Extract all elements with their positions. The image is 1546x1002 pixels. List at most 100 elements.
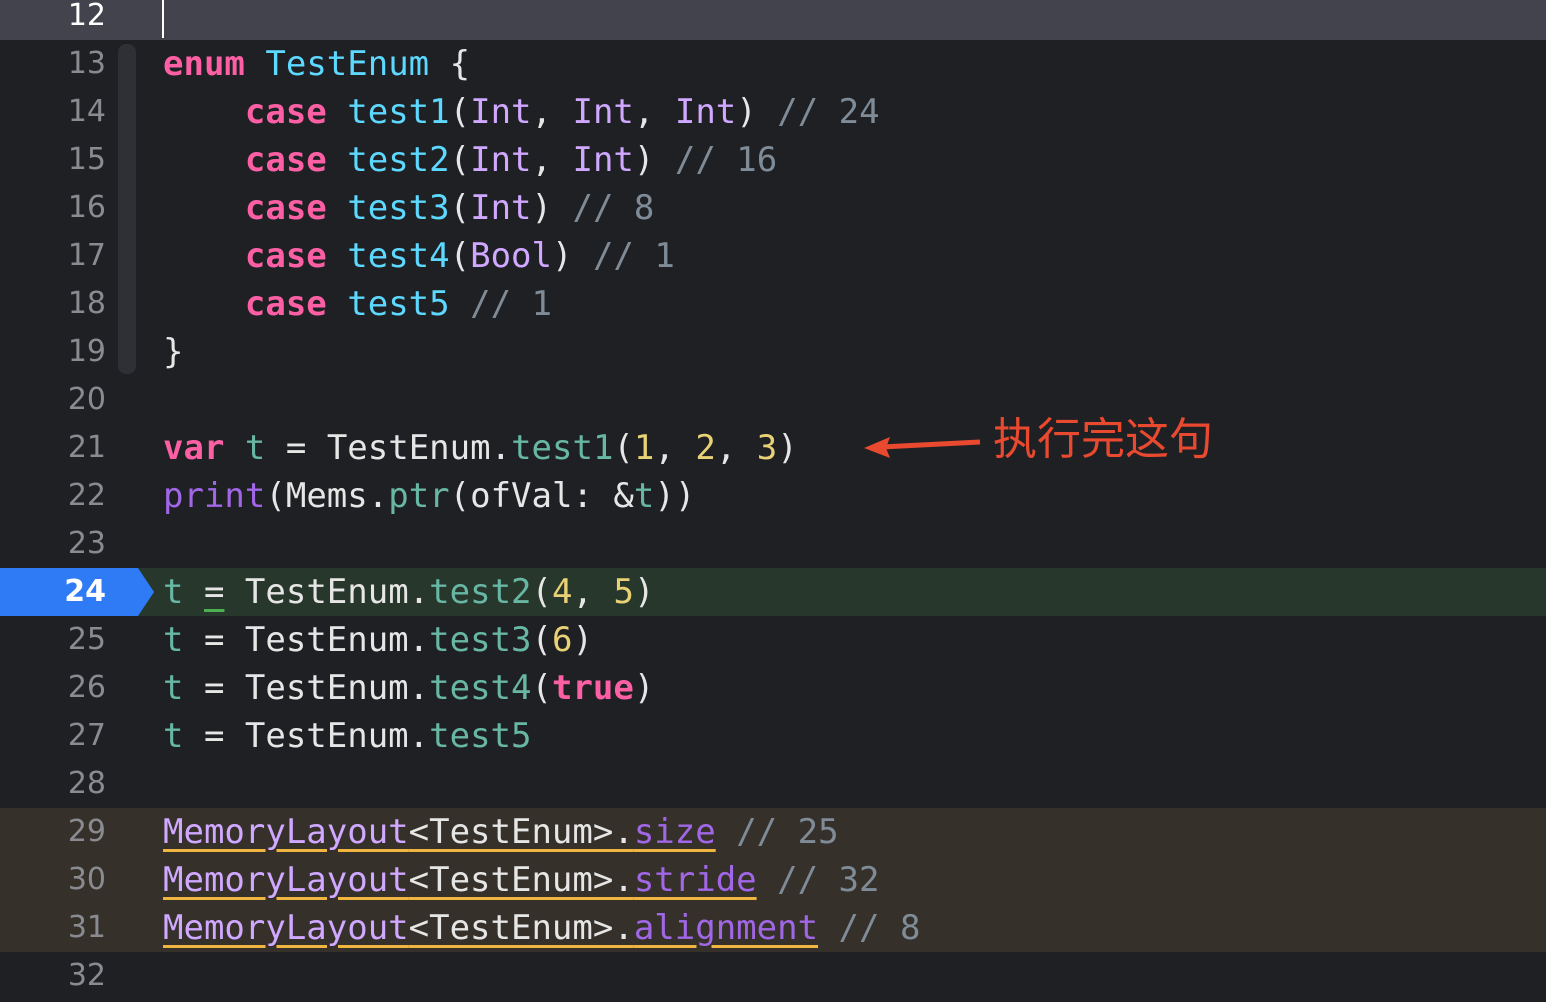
line-number[interactable]: 17 <box>0 232 106 280</box>
code-line-20[interactable]: 20 <box>0 376 1546 424</box>
code-text[interactable]: case test2(Int, Int) // 16 <box>163 136 777 184</box>
code-token: = TestEnum. <box>183 716 430 756</box>
line-number[interactable]: 14 <box>0 88 106 136</box>
code-line-16[interactable]: 16 case test3(Int) // 8 <box>0 184 1546 232</box>
line-number[interactable]: 16 <box>0 184 106 232</box>
code-text[interactable]: MemoryLayout<TestEnum>.stride // 32 <box>163 856 879 904</box>
code-token: ( <box>531 572 553 612</box>
line-number[interactable]: 20 <box>0 376 106 424</box>
code-line-18[interactable]: 18 case test5 // 1 <box>0 280 1546 328</box>
code-token: MemoryLayout <box>163 860 409 900</box>
code-text[interactable]: var t = TestEnum.test1(1, 2, 3) <box>163 424 798 472</box>
code-line-12[interactable]: 12 <box>0 0 1546 40</box>
code-token: , <box>715 428 757 468</box>
code-token: Int <box>470 188 532 228</box>
code-text[interactable]: enum TestEnum { <box>163 40 470 88</box>
line-number[interactable]: 25 <box>0 616 106 664</box>
line-number[interactable]: 15 <box>0 136 106 184</box>
code-token: t <box>163 716 184 756</box>
code-text[interactable]: MemoryLayout<TestEnum>.alignment // 8 <box>163 904 920 952</box>
line-number[interactable]: 26 <box>0 664 106 712</box>
line-number[interactable]: 22 <box>0 472 106 520</box>
code-token: ( <box>531 668 552 708</box>
code-text[interactable]: } <box>163 328 183 376</box>
code-text[interactable]: t = TestEnum.test4(true) <box>163 664 654 712</box>
code-line-23[interactable]: 23 <box>0 520 1546 568</box>
code-token: . <box>490 428 512 468</box>
line-number[interactable]: 18 <box>0 280 106 328</box>
code-line-22[interactable]: 22 print(Mems.ptr(ofVal: &t)) <box>0 472 1546 520</box>
line-number[interactable]: 32 <box>0 952 106 1000</box>
code-token: <TestEnum>. <box>408 812 634 852</box>
code-text[interactable]: case test4(Bool) // 1 <box>163 232 675 280</box>
code-token: t <box>163 572 184 612</box>
code-token: (ofVal: & <box>449 476 634 516</box>
code-token: case <box>244 140 327 180</box>
code-line-32[interactable]: 32 <box>0 952 1546 1000</box>
code-token: test3 <box>347 188 450 228</box>
code-line-27[interactable]: 27 t = TestEnum.test5 <box>0 712 1546 760</box>
code-line-25[interactable]: 25 t = TestEnum.test3(6) <box>0 616 1546 664</box>
code-line-31[interactable]: 31 MemoryLayout<TestEnum>.alignment // 8 <box>0 904 1546 952</box>
code-line-29[interactable]: 29 MemoryLayout<TestEnum>.size // 25 <box>0 808 1546 856</box>
code-token: } <box>163 332 184 372</box>
line-number[interactable]: 12 <box>0 0 106 32</box>
line-number[interactable]: 28 <box>0 760 106 808</box>
line-number[interactable]: 21 <box>0 424 106 472</box>
code-token: ) <box>633 140 675 180</box>
code-token: t <box>244 428 266 468</box>
code-token: Mems <box>285 476 368 516</box>
line-number[interactable]: 23 <box>0 520 106 568</box>
line-number[interactable]: 29 <box>0 808 106 856</box>
code-text[interactable]: t = TestEnum.test2(4, 5) <box>163 568 654 616</box>
code-token: MemoryLayout <box>163 812 409 852</box>
code-token: // 32 <box>777 860 880 900</box>
code-line-17[interactable]: 17 case test4(Bool) // 1 <box>0 232 1546 280</box>
code-fold-ribbon[interactable] <box>118 44 136 374</box>
code-line-15[interactable]: 15 case test2(Int, Int) // 16 <box>0 136 1546 184</box>
code-line-13[interactable]: 13 enum TestEnum { <box>0 40 1546 88</box>
code-token: ptr <box>388 476 450 516</box>
code-line-28[interactable]: 28 <box>0 760 1546 808</box>
code-line-26[interactable]: 26 t = TestEnum.test4(true) <box>0 664 1546 712</box>
code-text[interactable]: case test3(Int) // 8 <box>163 184 654 232</box>
code-text[interactable]: MemoryLayout<TestEnum>.size // 25 <box>163 808 839 856</box>
code-token: test1 <box>347 92 450 132</box>
annotation-arrow <box>864 437 981 458</box>
code-token: test5 <box>347 284 450 324</box>
code-token: 1 <box>633 428 655 468</box>
code-token: // 8 <box>838 908 921 948</box>
code-line-19[interactable]: 19} <box>0 328 1546 376</box>
code-text[interactable]: case test5 // 1 <box>163 280 552 328</box>
code-text[interactable]: t = TestEnum.test3(6) <box>163 616 593 664</box>
code-line-24[interactable]: 24 t = TestEnum.test2(4, 5) <box>0 568 1546 616</box>
line-number[interactable]: 19 <box>0 328 106 376</box>
line-number[interactable]: 13 <box>0 40 106 88</box>
code-token: stride <box>633 860 757 900</box>
code-line-14[interactable]: 14 case test1(Int, Int, Int) // 24 <box>0 88 1546 136</box>
line-number[interactable]: 30 <box>0 856 106 904</box>
code-token: test1 <box>511 428 614 468</box>
code-token: 2 <box>695 428 716 468</box>
code-text[interactable]: print(Mems.ptr(ofVal: &t)) <box>163 472 695 520</box>
code-token: t <box>633 476 655 516</box>
code-token: , <box>531 92 573 132</box>
code-text[interactable]: case test1(Int, Int, Int) // 24 <box>163 88 880 136</box>
line-number[interactable]: 31 <box>0 904 106 952</box>
line-number[interactable]: 27 <box>0 712 106 760</box>
code-token: alignment <box>633 908 819 948</box>
code-text[interactable]: t = TestEnum.test5 <box>163 712 531 760</box>
code-token: ) <box>633 668 655 708</box>
pc-line-number: 24 <box>64 574 106 609</box>
code-token: // 25 <box>736 812 839 852</box>
code-line-21[interactable]: 21 var t = TestEnum.test1(1, 2, 3) <box>0 424 1546 472</box>
code-line-30[interactable]: 30 MemoryLayout<TestEnum>.stride // 32 <box>0 856 1546 904</box>
code-token: ( <box>449 236 471 276</box>
